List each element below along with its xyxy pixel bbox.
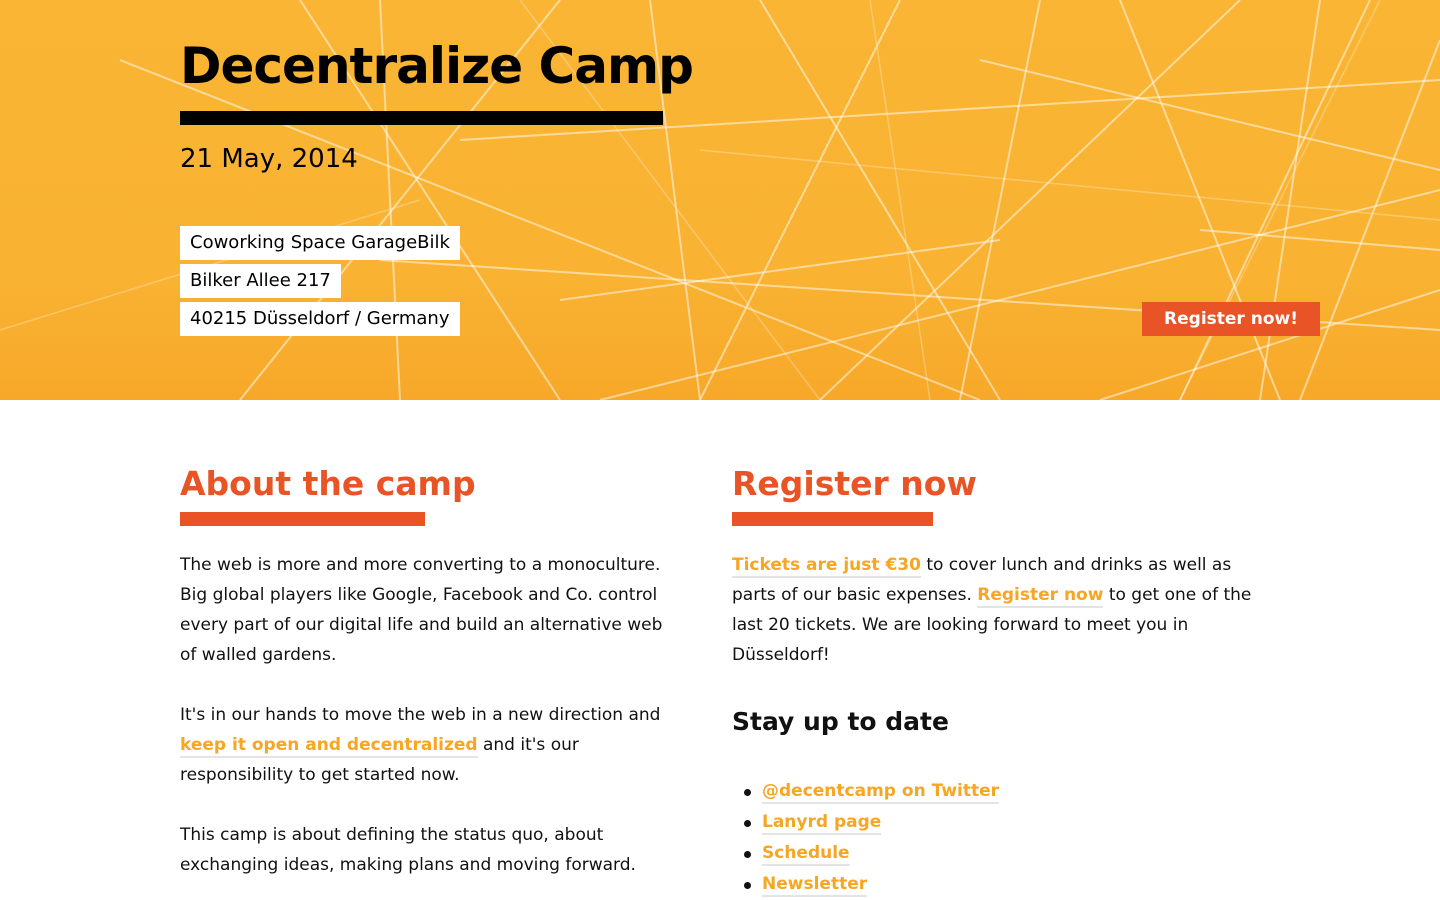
event-date: 21 May, 2014 (180, 144, 358, 174)
register-paragraph: Tickets are just €30 to cover lunch and … (732, 550, 1262, 670)
register-heading: Register now (732, 464, 977, 503)
list-item: @decentcamp on Twitter (744, 776, 1262, 807)
about-heading-underline (180, 512, 425, 526)
bullet-icon (744, 851, 751, 858)
about-paragraph-2-text-before: It's in our hands to move the web in a n… (180, 705, 661, 725)
tickets-link[interactable]: Tickets are just €30 (732, 555, 921, 578)
address-venue: Coworking Space GarageBilk (180, 226, 460, 260)
page-title: Decentralize Camp (180, 37, 694, 95)
bullet-icon (744, 882, 751, 889)
newsletter-link[interactable]: Newsletter (762, 874, 868, 897)
stay-up-to-date-heading: Stay up to date (732, 707, 949, 736)
schedule-link[interactable]: Schedule (762, 843, 850, 866)
list-item: Schedule (744, 838, 1262, 869)
list-item: Lanyrd page (744, 807, 1262, 838)
bullet-icon (744, 820, 751, 827)
bullet-icon (744, 789, 751, 796)
keep-open-decentralized-link[interactable]: keep it open and decentralized (180, 735, 478, 758)
list-item: Newsletter (744, 869, 1262, 900)
hero-banner: Decentralize Camp 21 May, 2014 Coworking… (0, 0, 1440, 400)
address-street: Bilker Allee 217 (180, 264, 341, 298)
register-now-link[interactable]: Register now (977, 585, 1104, 608)
twitter-link[interactable]: @decentcamp on Twitter (762, 781, 1000, 804)
register-section: Register now Tickets are just €30 to cov… (732, 462, 1262, 900)
register-now-button[interactable]: Register now! (1142, 302, 1320, 336)
about-section: About the camp The web is more and more … (180, 462, 680, 880)
lanyrd-link[interactable]: Lanyrd page (762, 812, 882, 835)
address-city: 40215 Düsseldorf / Germany (180, 302, 460, 336)
about-heading: About the camp (180, 464, 476, 503)
updates-link-list: @decentcamp on Twitter Lanyrd page Sched… (732, 776, 1262, 900)
about-paragraph-3: This camp is about defining the status q… (180, 825, 636, 875)
register-heading-underline (732, 512, 933, 526)
about-paragraph-1: The web is more and more converting to a… (180, 555, 663, 665)
title-underline (180, 111, 663, 125)
about-paragraph-2: It's in our hands to move the web in a n… (180, 700, 680, 790)
